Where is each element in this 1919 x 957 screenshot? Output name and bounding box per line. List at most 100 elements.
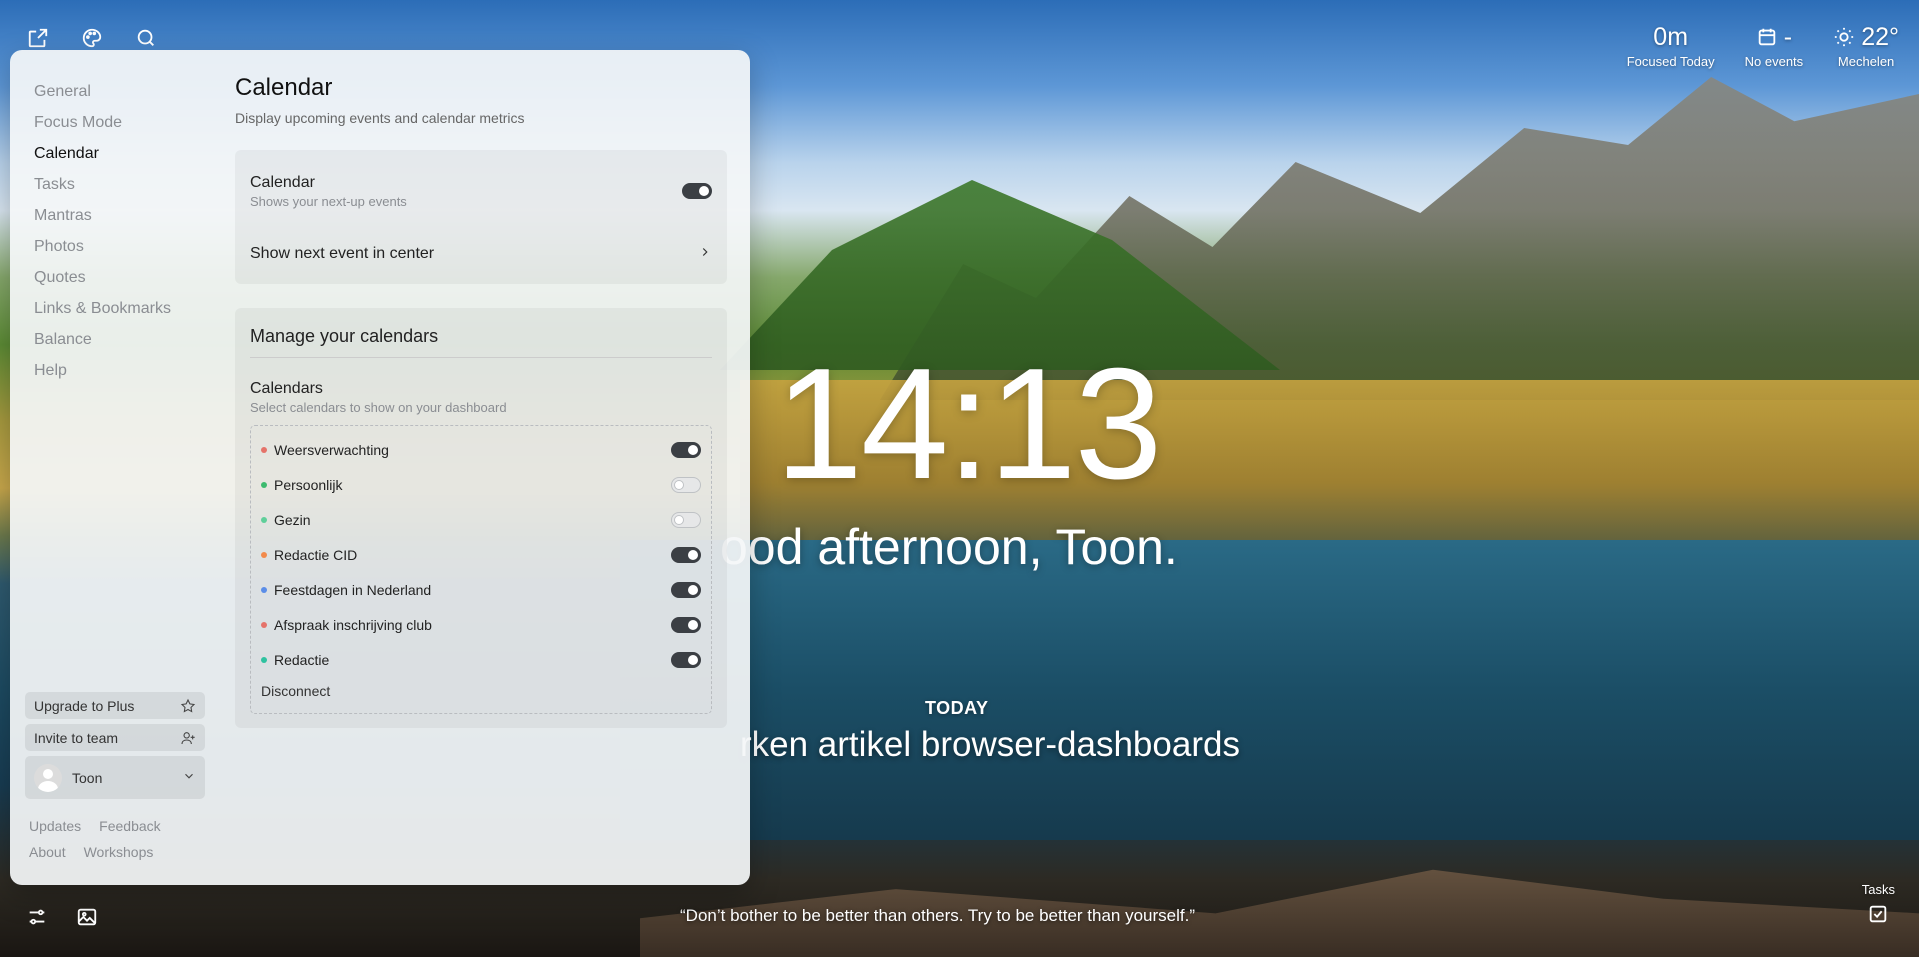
palette-icon[interactable] <box>80 26 104 50</box>
clock[interactable]: 14:13 <box>775 345 1162 503</box>
settings-nav: General Focus Mode Calendar Tasks Mantra… <box>34 76 204 386</box>
calendars-subtitle: Select calendars to show on your dashboa… <box>250 400 507 415</box>
focus-value: 0m <box>1653 22 1689 51</box>
top-right-widgets: 0m Focused Today - No events 22° Mechele… <box>1626 22 1899 70</box>
focus-task[interactable]: rken artikel browser-dashboards <box>740 725 1240 765</box>
calendar-toggle-row[interactable]: Calendar Shows your next-up events <box>250 150 712 224</box>
page-subtitle: Display upcoming events and calendar met… <box>235 110 525 126</box>
nav-item-links-bookmarks[interactable]: Links & Bookmarks <box>34 293 204 324</box>
disconnect-button[interactable]: Disconnect <box>261 677 701 705</box>
show-next-event-label: Show next event in center <box>250 245 435 262</box>
top-left-toolbar <box>26 26 158 50</box>
calendar-item-toggle[interactable] <box>671 476 701 493</box>
calendar-item-toggle[interactable] <box>671 511 701 528</box>
updates-link[interactable]: Updates <box>29 818 81 834</box>
today-label: TODAY <box>925 698 989 718</box>
calendar-color-dot <box>261 481 267 488</box>
page-title: Calendar <box>235 74 333 101</box>
events-value: - <box>1783 22 1793 51</box>
show-next-event-row[interactable]: Show next event in center <box>250 224 712 284</box>
greeting: ood afternoon, Toon. <box>720 519 1178 575</box>
calendar-name: Redactie <box>274 651 330 668</box>
nav-item-help[interactable]: Help <box>34 355 204 386</box>
calendar-color-dot <box>261 446 267 453</box>
calendar-toggle-title: Calendar <box>250 173 315 191</box>
calendar-color-dot <box>261 516 267 523</box>
calendar-color-dot <box>261 551 267 558</box>
nav-item-photos[interactable]: Photos <box>34 231 204 262</box>
open-external-icon[interactable] <box>26 26 50 50</box>
nav-item-quotes[interactable]: Quotes <box>34 262 204 293</box>
calendar-item-toggle[interactable] <box>671 441 701 458</box>
add-user-icon <box>181 731 195 744</box>
nav-item-general[interactable]: General <box>34 76 204 107</box>
calendar-item-toggle[interactable] <box>671 581 701 598</box>
calendar-color-dot <box>261 621 267 628</box>
invite-label: Invite to team <box>34 729 119 746</box>
focus-widget[interactable]: 0m Focused Today <box>1626 22 1715 70</box>
calendar-name: Weersverwachting <box>274 441 389 458</box>
tasks-label: Tasks <box>1861 882 1895 897</box>
calendar-toggle[interactable] <box>682 183 712 199</box>
user-menu[interactable]: Toon <box>25 756 205 799</box>
star-icon <box>180 698 196 713</box>
nav-item-mantras[interactable]: Mantras <box>34 200 204 231</box>
settings-sliders-icon[interactable] <box>26 906 48 933</box>
chevron-right-icon <box>698 245 712 264</box>
upgrade-button[interactable]: Upgrade to Plus <box>25 692 205 719</box>
calendar-list: Weersverwachting Persoonlijk Gezin Redac… <box>250 425 712 714</box>
upgrade-label: Upgrade to Plus <box>34 697 135 714</box>
workshops-link[interactable]: Workshops <box>84 844 154 860</box>
feedback-link[interactable]: Feedback <box>99 818 160 834</box>
lake-shape <box>620 540 1919 840</box>
about-link[interactable]: About <box>29 844 66 860</box>
quote[interactable]: “Don’t bother to be better than others. … <box>680 906 1195 926</box>
calendar-item[interactable]: Gezin <box>261 502 701 537</box>
invite-button[interactable]: Invite to team <box>25 724 205 751</box>
footer-links: Updates Feedback About Workshops <box>25 813 205 865</box>
calendar-icon <box>1758 28 1775 46</box>
manage-calendars-card: Manage your calendars Calendars Select c… <box>235 308 727 728</box>
calendar-item[interactable]: Redactie <box>261 642 701 677</box>
focus-label: Focused Today <box>1626 54 1715 69</box>
manage-calendars-title: Manage your calendars <box>250 308 712 358</box>
photo-icon[interactable] <box>76 906 98 933</box>
calendar-item-toggle[interactable] <box>671 616 701 633</box>
calendar-item[interactable]: Persoonlijk <box>261 467 701 502</box>
avatar <box>34 763 62 792</box>
user-name: Toon <box>72 769 103 786</box>
settings-content: Calendar Display upcoming events and cal… <box>235 74 727 728</box>
settings-panel: General Focus Mode Calendar Tasks Mantra… <box>10 50 750 885</box>
calendar-color-dot <box>261 656 267 663</box>
calendar-item-toggle[interactable] <box>671 651 701 668</box>
bottom-left-toolbar <box>26 906 98 933</box>
calendar-item[interactable]: Feestdagen in Nederland <box>261 572 701 607</box>
calendar-options-card: Calendar Shows your next-up events Show … <box>235 150 727 284</box>
calendar-name: Feestdagen in Nederland <box>274 581 432 598</box>
tasks-button[interactable]: Tasks <box>1862 882 1895 928</box>
events-label: No events <box>1744 54 1804 69</box>
calendar-item[interactable]: Afspraak inschrijving club <box>261 607 701 642</box>
calendar-item[interactable]: Redactie CID <box>261 537 701 572</box>
panel-footer: Upgrade to Plus Invite to team Toon Upda… <box>25 692 205 865</box>
calendar-name: Afspraak inschrijving club <box>274 616 432 633</box>
nav-item-tasks[interactable]: Tasks <box>34 169 204 200</box>
chevron-down-icon <box>182 769 196 786</box>
weather-location: Mechelen <box>1837 54 1895 69</box>
nav-item-focus-mode[interactable]: Focus Mode <box>34 107 204 138</box>
weather-widget[interactable]: 22° Mechelen <box>1833 22 1899 69</box>
checkbox-icon <box>1870 905 1887 923</box>
nav-item-calendar[interactable]: Calendar <box>34 138 204 169</box>
calendar-name: Gezin <box>274 511 311 528</box>
sun-icon <box>1835 27 1854 47</box>
events-widget[interactable]: - No events <box>1744 22 1804 70</box>
calendars-title: Calendars <box>250 380 323 397</box>
calendar-name: Persoonlijk <box>274 476 343 493</box>
search-icon[interactable] <box>134 26 158 50</box>
calendar-name: Redactie CID <box>274 546 358 563</box>
nav-item-balance[interactable]: Balance <box>34 324 204 355</box>
calendar-item[interactable]: Weersverwachting <box>261 432 701 467</box>
calendar-item-toggle[interactable] <box>671 546 701 563</box>
calendar-toggle-subtitle: Shows your next-up events <box>250 193 407 209</box>
calendar-color-dot <box>261 586 267 593</box>
